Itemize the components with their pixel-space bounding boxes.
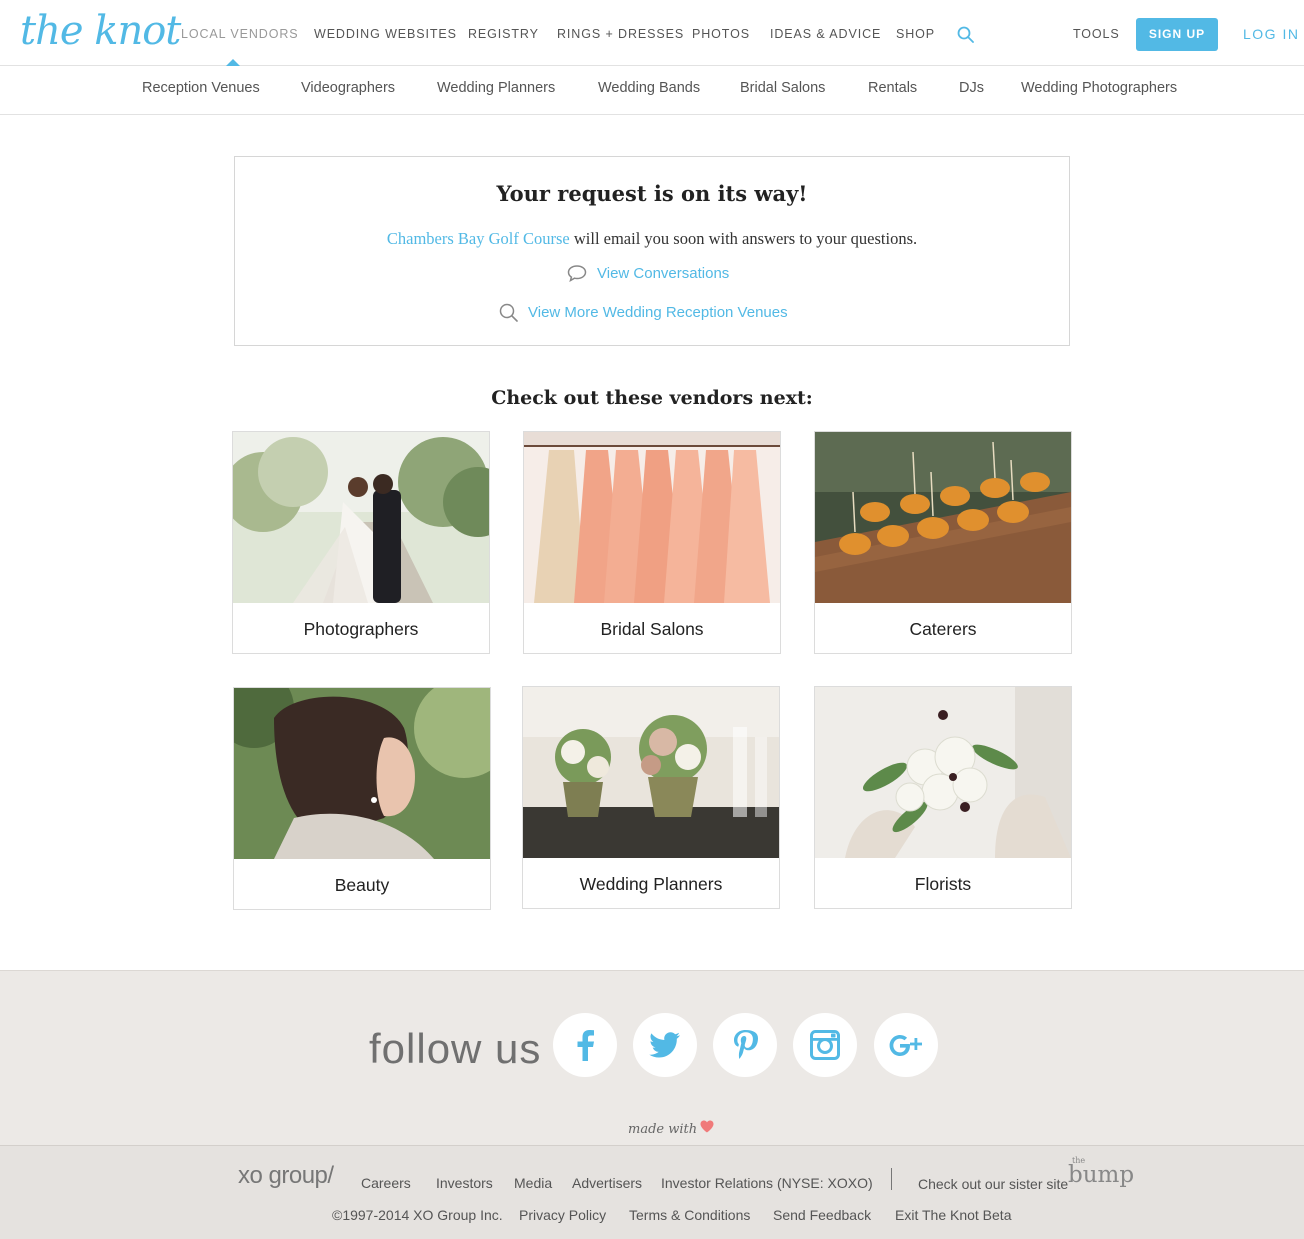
sister-site-text: Check out our sister site [918, 1176, 1069, 1192]
vendor-card-label: Photographers [303, 619, 419, 639]
google-plus-icon[interactable] [874, 1013, 938, 1077]
category-reception-venues[interactable]: Reception Venues [142, 80, 260, 96]
xo-group-logo[interactable]: xo group/ [238, 1162, 334, 1190]
footer-link-investor-relations[interactable]: Investor Relations (NYSE: XOXO) [661, 1175, 873, 1191]
footer-link-investors[interactable]: Investors [436, 1175, 493, 1191]
follow-us-heading: follow us [369, 1025, 542, 1072]
sign-up-button[interactable]: SIGN UP [1136, 18, 1218, 51]
twitter-icon[interactable] [633, 1013, 697, 1077]
chat-bubble-icon [567, 265, 587, 282]
log-in-link[interactable]: LOG IN [1243, 26, 1299, 42]
nav-local-vendors[interactable]: LOCAL VENDORS [181, 27, 299, 41]
nav-ideas-advice[interactable]: IDEAS & ADVICE [770, 27, 881, 41]
vendor-card-wedding-planners[interactable]: Wedding Planners [522, 686, 780, 909]
vendors-next-title: Check out these vendors next: [491, 387, 813, 409]
the-bump-logo-small: the [1072, 1156, 1086, 1165]
footer: follow us made with xo group/ Careers In… [0, 970, 1304, 1239]
the-bump-logo[interactable]: the bump [1068, 1156, 1135, 1188]
footer-link-terms[interactable]: Terms & Conditions [629, 1207, 750, 1223]
vendor-card-label: Florists [914, 874, 972, 894]
beauty-image [234, 688, 490, 859]
footer-link-advertisers[interactable]: Advertisers [572, 1175, 642, 1191]
pinterest-icon[interactable] [713, 1013, 777, 1077]
confirmation-message-text: will email you soon with answers to your… [569, 229, 918, 248]
the-bump-logo-text: bump [1068, 1162, 1135, 1188]
footer-link-privacy-policy[interactable]: Privacy Policy [519, 1207, 606, 1223]
copyright-text: ©1997-2014 XO Group Inc. [332, 1207, 503, 1223]
wedding-planners-image [523, 687, 779, 858]
footer-link-careers[interactable]: Careers [361, 1175, 411, 1191]
category-videographers[interactable]: Videographers [301, 80, 395, 96]
confirmation-title: Your request is on its way! [496, 181, 808, 206]
vendor-card-beauty[interactable]: Beauty [233, 687, 491, 910]
vendor-name-link[interactable]: Chambers Bay Golf Course [387, 229, 570, 248]
vendor-card-bridal-salons[interactable]: Bridal Salons [523, 431, 781, 654]
category-wedding-photographers[interactable]: Wedding Photographers [1021, 80, 1177, 96]
vendor-card-label: Beauty [334, 875, 390, 895]
heart-icon [700, 1120, 714, 1133]
instagram-icon[interactable] [793, 1013, 857, 1077]
search-icon[interactable] [957, 26, 974, 43]
magnifier-icon [499, 303, 518, 322]
caterers-image [815, 432, 1071, 603]
photographers-image [233, 432, 489, 603]
request-confirmation-box: Your request is on its way! Chambers Bay… [234, 156, 1070, 346]
footer-divider [891, 1168, 892, 1190]
view-more-venues-link[interactable]: View More Wedding Reception Venues [499, 303, 788, 322]
top-navigation: the knot LOCAL VENDORS WEDDING WEBSITES … [0, 0, 1304, 66]
view-more-venues-label: View More Wedding Reception Venues [528, 304, 788, 321]
bridal-salons-image [524, 432, 780, 603]
nav-photos[interactable]: PHOTOS [692, 27, 750, 41]
category-djs[interactable]: DJs [959, 80, 984, 96]
category-wedding-bands[interactable]: Wedding Bands [598, 80, 700, 96]
category-rentals[interactable]: Rentals [868, 80, 917, 96]
vendor-card-photographers[interactable]: Photographers [232, 431, 490, 654]
facebook-icon[interactable] [553, 1013, 617, 1077]
active-nav-indicator [226, 59, 240, 66]
footer-link-send-feedback[interactable]: Send Feedback [773, 1207, 871, 1223]
footer-link-exit-beta[interactable]: Exit The Knot Beta [895, 1207, 1011, 1223]
nav-rings-dresses[interactable]: RINGS + DRESSES [557, 27, 684, 41]
view-conversations-link[interactable]: View Conversations [567, 264, 729, 282]
nav-wedding-websites[interactable]: WEDDING WEBSITES [314, 27, 457, 41]
nav-tools[interactable]: TOOLS [1073, 27, 1120, 41]
vendor-card-label: Bridal Salons [600, 619, 704, 639]
confirmation-message: Chambers Bay Golf Course will email you … [235, 229, 1069, 249]
view-conversations-label: View Conversations [597, 264, 730, 282]
category-bridal-salons[interactable]: Bridal Salons [740, 80, 825, 96]
footer-links-area: xo group/ Careers Investors Media Advert… [0, 1145, 1304, 1239]
category-wedding-planners[interactable]: Wedding Planners [437, 80, 555, 96]
nav-registry[interactable]: REGISTRY [468, 27, 539, 41]
vendor-card-caterers[interactable]: Caterers [814, 431, 1072, 654]
vendor-card-label: Wedding Planners [579, 874, 723, 894]
vendor-category-bar: Reception Venues Videographers Wedding P… [0, 66, 1304, 115]
footer-link-media[interactable]: Media [514, 1175, 552, 1191]
florists-image [815, 687, 1071, 858]
the-knot-logo[interactable]: the knot [20, 8, 181, 54]
made-with-text: made with [628, 1122, 698, 1137]
vendor-card-florists[interactable]: Florists [814, 686, 1072, 909]
nav-shop[interactable]: SHOP [896, 27, 935, 41]
vendor-card-label: Caterers [909, 619, 977, 639]
